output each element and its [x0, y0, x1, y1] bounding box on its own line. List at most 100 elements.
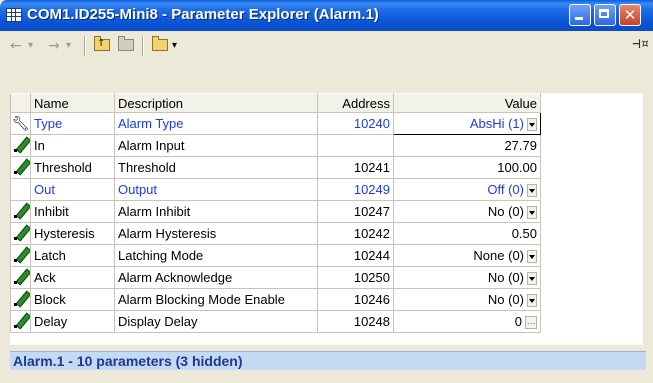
param-value: No (0): [487, 269, 524, 285]
table-row[interactable]: Inhibit Alarm Inhibit 10247 No (0): [10, 200, 541, 223]
pencil-icon: [13, 136, 29, 152]
row-icon-cell: [10, 266, 31, 289]
close-button[interactable]: ✕: [619, 4, 641, 26]
param-description[interactable]: Alarm Inhibit: [114, 200, 318, 223]
forward-menu-icon[interactable]: ▾: [66, 37, 71, 55]
table-row[interactable]: Block Alarm Blocking Mode Enable 10246 No (…: [10, 288, 541, 311]
folder-icon[interactable]: [118, 36, 134, 51]
param-value: None (0): [473, 247, 524, 263]
pin-icon[interactable]: ⊣¤: [632, 36, 649, 52]
param-description[interactable]: Alarm Input: [114, 134, 318, 157]
dropdown-arrow-icon[interactable]: [527, 250, 537, 264]
param-description[interactable]: Threshold: [114, 156, 318, 179]
maximize-button[interactable]: [594, 4, 616, 26]
param-value-cell[interactable]: AbsHi (1): [393, 112, 541, 135]
row-icon-cell: [10, 156, 31, 179]
row-icon-cell: [10, 222, 31, 245]
dropdown-arrow-icon[interactable]: [527, 184, 537, 198]
param-name[interactable]: Type: [30, 112, 115, 135]
dropdown-arrow-icon[interactable]: [527, 294, 537, 308]
open-folder-menu-icon[interactable]: ▾: [172, 37, 177, 55]
open-folder-icon[interactable]: [152, 36, 168, 51]
pencil-icon: [13, 268, 29, 284]
param-address[interactable]: [317, 134, 394, 157]
param-description[interactable]: Alarm Hysteresis: [114, 222, 318, 245]
param-name[interactable]: Inhibit: [30, 200, 115, 223]
param-value-cell[interactable]: Off (0): [393, 178, 541, 201]
ellipsis-button[interactable]: …: [525, 316, 537, 330]
param-value-cell[interactable]: None (0): [393, 244, 541, 267]
param-description[interactable]: Display Delay: [114, 310, 318, 333]
table-row[interactable]: Ack Alarm Acknowledge 10250 No (0): [10, 266, 541, 289]
param-value-cell[interactable]: No (0): [393, 266, 541, 289]
column-header-name[interactable]: Name: [30, 93, 115, 113]
param-description[interactable]: Latching Mode: [114, 244, 318, 267]
table-row[interactable]: In Alarm Input 27.79: [10, 134, 541, 157]
param-name[interactable]: Latch: [30, 244, 115, 267]
dropdown-arrow-icon[interactable]: [527, 272, 537, 286]
param-address[interactable]: 10248: [317, 310, 394, 333]
pencil-icon: [13, 246, 29, 262]
param-value-cell[interactable]: 0.50: [393, 222, 541, 245]
param-value: No (0): [487, 291, 524, 307]
param-address[interactable]: 10241: [317, 156, 394, 179]
back-arrow-icon[interactable]: ←: [10, 37, 22, 55]
close-icon: ✕: [623, 6, 637, 24]
row-icon-cell: [10, 200, 31, 223]
toolbar-separator: [142, 36, 144, 56]
table-row[interactable]: Hysteresis Alarm Hysteresis 10242 0.50: [10, 222, 541, 245]
pencil-icon: [13, 312, 29, 328]
param-name[interactable]: Out: [30, 178, 115, 201]
table-row[interactable]: Out Output 10249 Off (0): [10, 178, 541, 201]
table-row[interactable]: Threshold Threshold 10241 100.00: [10, 156, 541, 179]
param-value-cell[interactable]: 27.79: [393, 134, 541, 157]
param-address[interactable]: 10240: [317, 112, 394, 135]
minimize-button[interactable]: [569, 4, 591, 26]
wrench-icon: 🔧︎: [11, 115, 30, 132]
param-description[interactable]: Alarm Blocking Mode Enable: [114, 288, 318, 311]
param-address[interactable]: 10246: [317, 288, 394, 311]
pencil-icon: [13, 158, 29, 174]
parent-folder-icon[interactable]: ↑: [94, 36, 110, 51]
param-value-cell[interactable]: No (0): [393, 288, 541, 311]
param-value: 0: [514, 313, 522, 329]
param-name[interactable]: Ack: [30, 266, 115, 289]
param-description[interactable]: Alarm Acknowledge: [114, 266, 318, 289]
table-row[interactable]: Latch Latching Mode 10244 None (0): [10, 244, 541, 267]
param-name[interactable]: Block: [30, 288, 115, 311]
param-description[interactable]: Alarm Type: [114, 112, 318, 135]
row-icon-cell: [10, 244, 31, 267]
param-address[interactable]: 10247: [317, 200, 394, 223]
param-address[interactable]: 10250: [317, 266, 394, 289]
param-value-cell[interactable]: 0…: [393, 310, 541, 333]
param-description[interactable]: Output: [114, 178, 318, 201]
param-name[interactable]: Delay: [30, 310, 115, 333]
param-value: Off (0): [487, 181, 524, 197]
back-menu-icon[interactable]: ▾: [28, 37, 33, 55]
param-name[interactable]: Threshold: [30, 156, 115, 179]
param-value: No (0): [487, 203, 524, 219]
param-value: 0.50: [511, 226, 537, 241]
row-icon-cell: [10, 178, 31, 201]
param-address[interactable]: 10242: [317, 222, 394, 245]
column-header-description[interactable]: Description: [114, 93, 318, 113]
row-icon-cell: [10, 310, 31, 333]
param-name[interactable]: In: [30, 134, 115, 157]
table-row[interactable]: 🔧︎ Type Alarm Type 10240 AbsHi (1): [10, 112, 541, 135]
column-header-address[interactable]: Address: [317, 93, 394, 113]
param-value: 27.79: [504, 138, 537, 153]
param-address[interactable]: 10249: [317, 178, 394, 201]
pencil-icon: [13, 202, 29, 218]
forward-arrow-icon[interactable]: →: [48, 37, 60, 55]
row-icon-cell: 🔧︎: [10, 112, 31, 135]
column-header-value[interactable]: Value: [393, 93, 541, 113]
table-row[interactable]: Delay Display Delay 10248 0…: [10, 310, 541, 333]
param-address[interactable]: 10244: [317, 244, 394, 267]
param-value-cell[interactable]: 100.00: [393, 156, 541, 179]
grid-header-row: Name Description Address Value: [10, 93, 541, 113]
dropdown-arrow-icon[interactable]: [527, 118, 537, 132]
param-name[interactable]: Hysteresis: [30, 222, 115, 245]
status-text: Alarm.1 - 10 parameters (3 hidden): [10, 351, 646, 370]
dropdown-arrow-icon[interactable]: [527, 206, 537, 220]
param-value-cell[interactable]: No (0): [393, 200, 541, 223]
